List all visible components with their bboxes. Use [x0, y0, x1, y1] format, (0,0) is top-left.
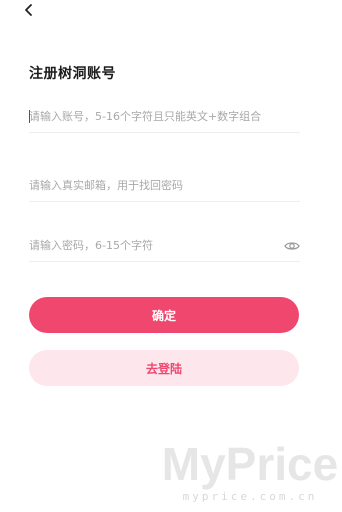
eye-icon[interactable]: [284, 238, 300, 252]
email-field-row: [29, 171, 300, 202]
password-field-row: [29, 231, 300, 262]
watermark-url: myprice.com.cn: [182, 490, 318, 503]
back-button[interactable]: [18, 0, 40, 20]
page-title: 注册树洞账号: [29, 66, 116, 82]
email-input[interactable]: [29, 171, 269, 199]
password-input[interactable]: [29, 231, 269, 259]
confirm-button[interactable]: 确定: [29, 297, 299, 333]
chevron-left-icon: [25, 4, 32, 16]
go-login-button[interactable]: 去登陆: [29, 350, 299, 386]
watermark-logo: MyPrice: [161, 438, 339, 490]
account-field-row: [29, 102, 300, 133]
text-caret: [29, 110, 30, 123]
watermark: MyPrice myprice.com.cn: [158, 438, 342, 504]
account-input[interactable]: [29, 102, 269, 130]
